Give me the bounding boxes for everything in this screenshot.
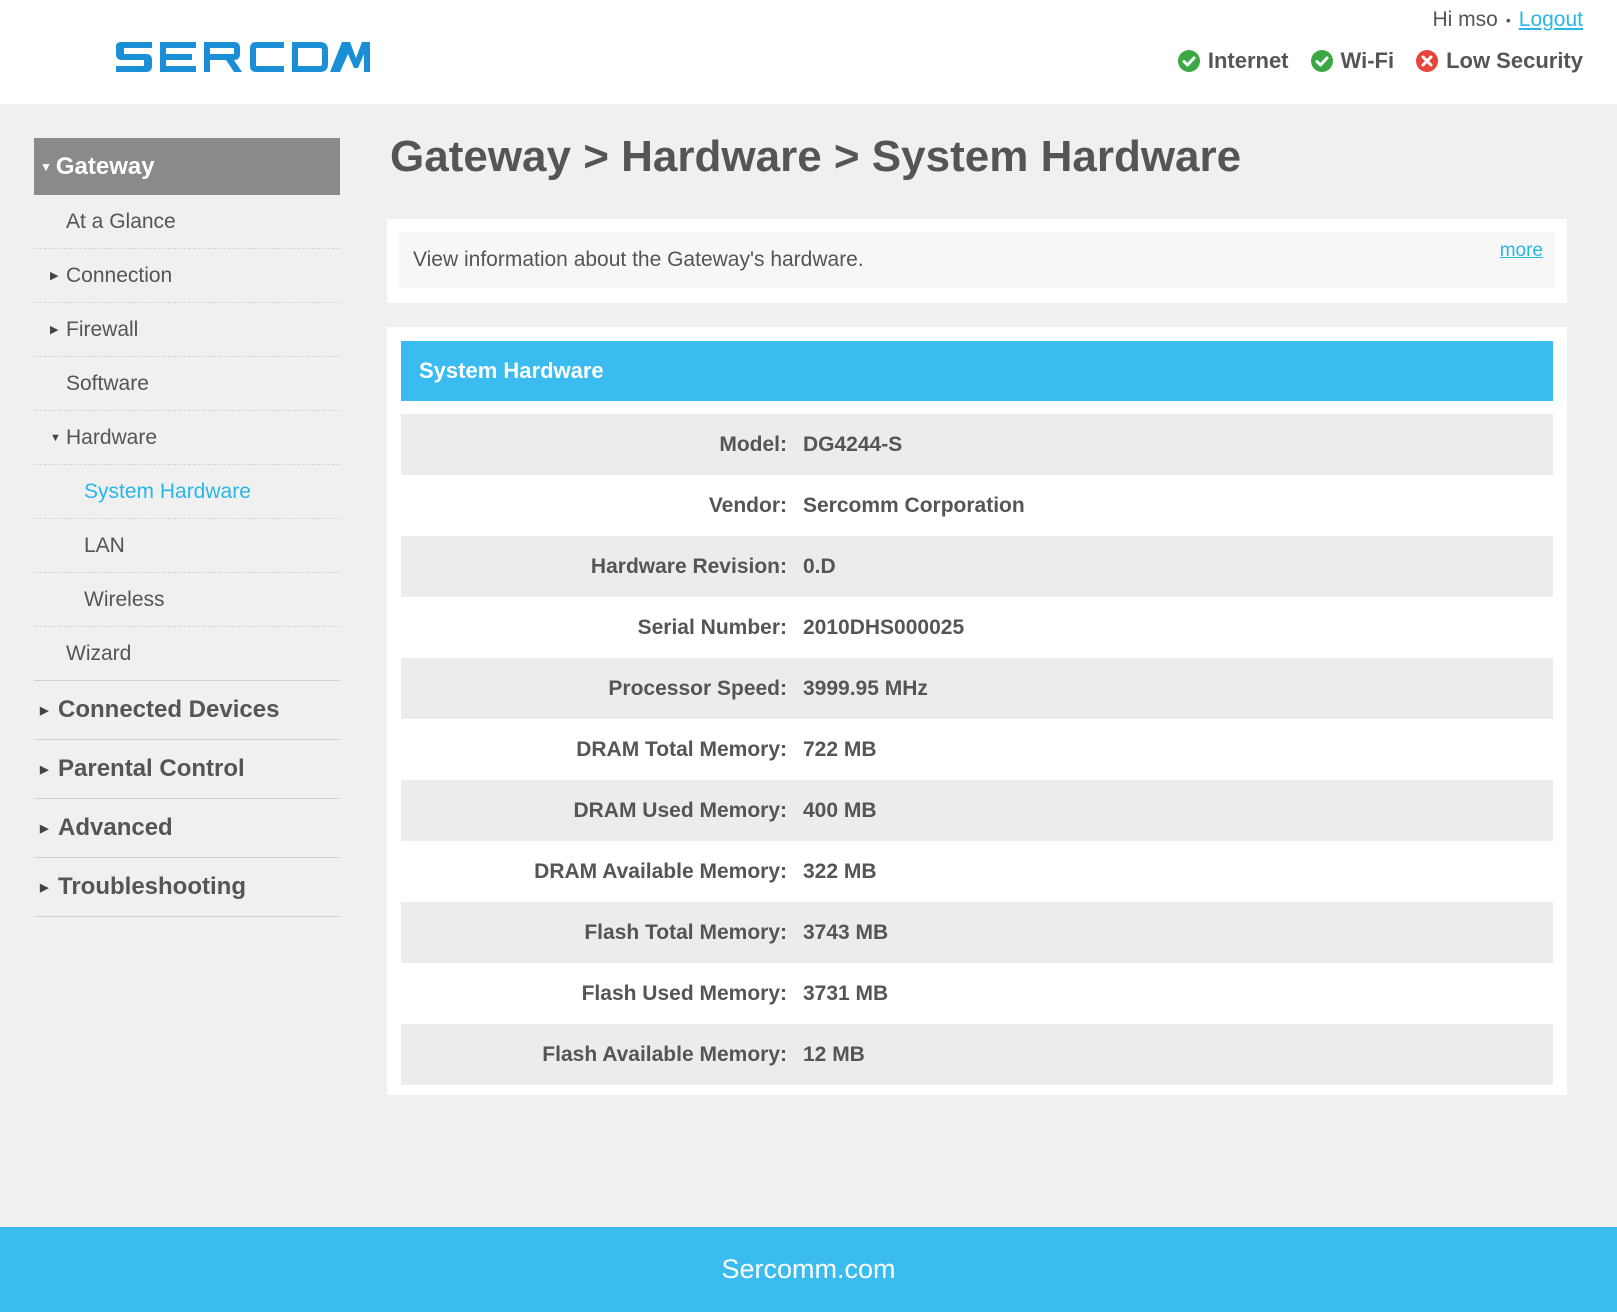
sidebar-item-label: Parental Control — [58, 755, 245, 782]
header: Hi mso • Logout Internet Wi-Fi Low Securit… — [0, 0, 1617, 104]
row-value: DG4244-S — [803, 432, 903, 456]
caret-right-icon: ▶ — [50, 270, 59, 282]
sidebar-item-label: Firewall — [66, 317, 139, 341]
status-wifi[interactable]: Wi-Fi — [1310, 48, 1395, 74]
sidebar-item-label: At a Glance — [66, 209, 176, 233]
sidebar-item-software[interactable]: Software — [34, 357, 340, 411]
table-row: DRAM Total Memory: 722 MB — [401, 719, 1553, 780]
caret-right-icon: ▶ — [40, 763, 49, 776]
sidebar-item-label: Connection — [66, 263, 173, 287]
status-bar: Internet Wi-Fi Low Security — [1177, 48, 1583, 74]
separator-dot: • — [1505, 12, 1511, 29]
logout-link[interactable]: Logout — [1519, 8, 1583, 31]
sidebar-item-label: System Hardware — [84, 479, 251, 503]
status-security-label: Low Security — [1446, 48, 1583, 73]
row-label: Flash Available Memory: — [542, 1042, 787, 1066]
row-value: 3731 MB — [803, 981, 889, 1005]
x-circle-icon — [1416, 50, 1439, 72]
row-value: 722 MB — [803, 737, 877, 761]
sidebar-item-gateway[interactable]: ▼ Gateway — [34, 138, 340, 195]
sidebar-item-lan[interactable]: LAN — [34, 519, 340, 573]
check-circle-icon — [1177, 50, 1200, 72]
caret-down-icon: ▼ — [40, 159, 52, 174]
row-label: Hardware Revision: — [590, 554, 787, 578]
sidebar-item-firewall[interactable]: ▶ Firewall — [34, 303, 340, 357]
sidebar-item-hardware[interactable]: ▼ Hardware — [34, 411, 340, 465]
info-text: View information about the Gateway's har… — [413, 248, 864, 271]
footer-link[interactable]: Sercomm.com — [721, 1254, 895, 1285]
row-label: Flash Total Memory: — [584, 920, 787, 944]
more-link[interactable]: more — [1500, 240, 1543, 262]
row-value: 0.D — [803, 554, 836, 578]
info-card: View information about the Gateway's har… — [387, 219, 1567, 303]
user-line: Hi mso • Logout — [1433, 8, 1583, 32]
row-label: DRAM Available Memory: — [534, 859, 787, 883]
status-security[interactable]: Low Security — [1416, 48, 1583, 74]
row-value: Sercomm Corporation — [803, 493, 1025, 517]
row-label: Flash Used Memory: — [581, 981, 787, 1005]
row-label: DRAM Used Memory: — [573, 798, 787, 822]
sidebar-item-connected-devices[interactable]: ▶ Connected Devices — [34, 681, 340, 740]
caret-down-icon: ▼ — [50, 431, 61, 444]
table-row: Serial Number: 2010DHS000025 — [401, 597, 1553, 658]
sercomm-logo[interactable] — [116, 38, 370, 76]
caret-right-icon: ▶ — [40, 704, 49, 717]
row-label: Serial Number: — [637, 615, 787, 639]
sidebar-nav: ▼ Gateway At a Glance ▶ Connection ▶ Fir… — [34, 138, 340, 917]
row-label: Vendor: — [708, 493, 787, 517]
sidebar-item-parental-control[interactable]: ▶ Parental Control — [34, 740, 340, 799]
table-row: Processor Speed: 3999.95 MHz — [401, 658, 1553, 719]
table-row: Flash Total Memory: 3743 MB — [401, 902, 1553, 963]
table-row: Vendor: Sercomm Corporation — [401, 475, 1553, 536]
sidebar-item-connection[interactable]: ▶ Connection — [34, 249, 340, 303]
caret-right-icon: ▶ — [50, 324, 59, 336]
status-internet[interactable]: Internet — [1177, 48, 1289, 74]
caret-right-icon: ▶ — [40, 822, 49, 835]
status-wifi-label: Wi-Fi — [1340, 48, 1395, 73]
row-value: 12 MB — [803, 1042, 865, 1066]
table-row: Flash Available Memory: 12 MB — [401, 1024, 1553, 1085]
row-label: DRAM Total Memory: — [576, 737, 787, 761]
page-title: Gateway > Hardware > System Hardware — [390, 132, 1242, 181]
status-internet-label: Internet — [1207, 48, 1289, 73]
sidebar-item-advanced[interactable]: ▶ Advanced — [34, 799, 340, 858]
row-value: 400 MB — [803, 798, 877, 822]
table-row: Hardware Revision: 0.D — [401, 536, 1553, 597]
row-value: 2010DHS000025 — [803, 615, 965, 639]
table-row: Flash Used Memory: 3731 MB — [401, 963, 1553, 1024]
greeting-text: Hi mso — [1432, 8, 1498, 31]
sidebar-item-label: LAN — [84, 533, 125, 557]
row-value: 322 MB — [803, 859, 877, 883]
sidebar-item-system-hardware[interactable]: System Hardware — [34, 465, 340, 519]
sidebar-item-label: Connected Devices — [58, 696, 280, 723]
section-header: System Hardware — [401, 341, 1553, 401]
sidebar-item-label: Wireless — [84, 587, 165, 611]
sidebar-item-label: Hardware — [66, 425, 158, 449]
check-circle-icon — [1310, 50, 1333, 72]
sidebar-item-wireless[interactable]: Wireless — [34, 573, 340, 627]
sidebar-item-label: Wizard — [66, 641, 132, 665]
table-row: DRAM Available Memory: 322 MB — [401, 841, 1553, 902]
sidebar-item-label: Software — [66, 371, 149, 395]
sidebar-item-label: Gateway — [55, 152, 155, 180]
table-row: Model: DG4244-S — [401, 414, 1553, 475]
sidebar-item-label: Troubleshooting — [58, 873, 246, 900]
sidebar-item-label: Advanced — [58, 814, 173, 841]
row-value: 3999.95 MHz — [803, 676, 928, 700]
row-value: 3743 MB — [803, 920, 889, 944]
sidebar-item-at-a-glance[interactable]: At a Glance — [34, 195, 340, 249]
system-hardware-card: System Hardware Model: DG4244-S Vendor: … — [387, 327, 1567, 1095]
footer: Sercomm.com — [0, 1227, 1617, 1312]
info-box: View information about the Gateway's har… — [399, 232, 1555, 288]
hardware-table: Model: DG4244-S Vendor: Sercomm Corporat… — [401, 414, 1553, 1085]
sidebar-item-wizard[interactable]: Wizard — [34, 627, 340, 681]
table-row: DRAM Used Memory: 400 MB — [401, 780, 1553, 841]
caret-right-icon: ▶ — [40, 881, 49, 894]
row-label: Processor Speed: — [608, 676, 787, 700]
sidebar-item-troubleshooting[interactable]: ▶ Troubleshooting — [34, 858, 340, 917]
row-label: Model: — [719, 432, 787, 456]
